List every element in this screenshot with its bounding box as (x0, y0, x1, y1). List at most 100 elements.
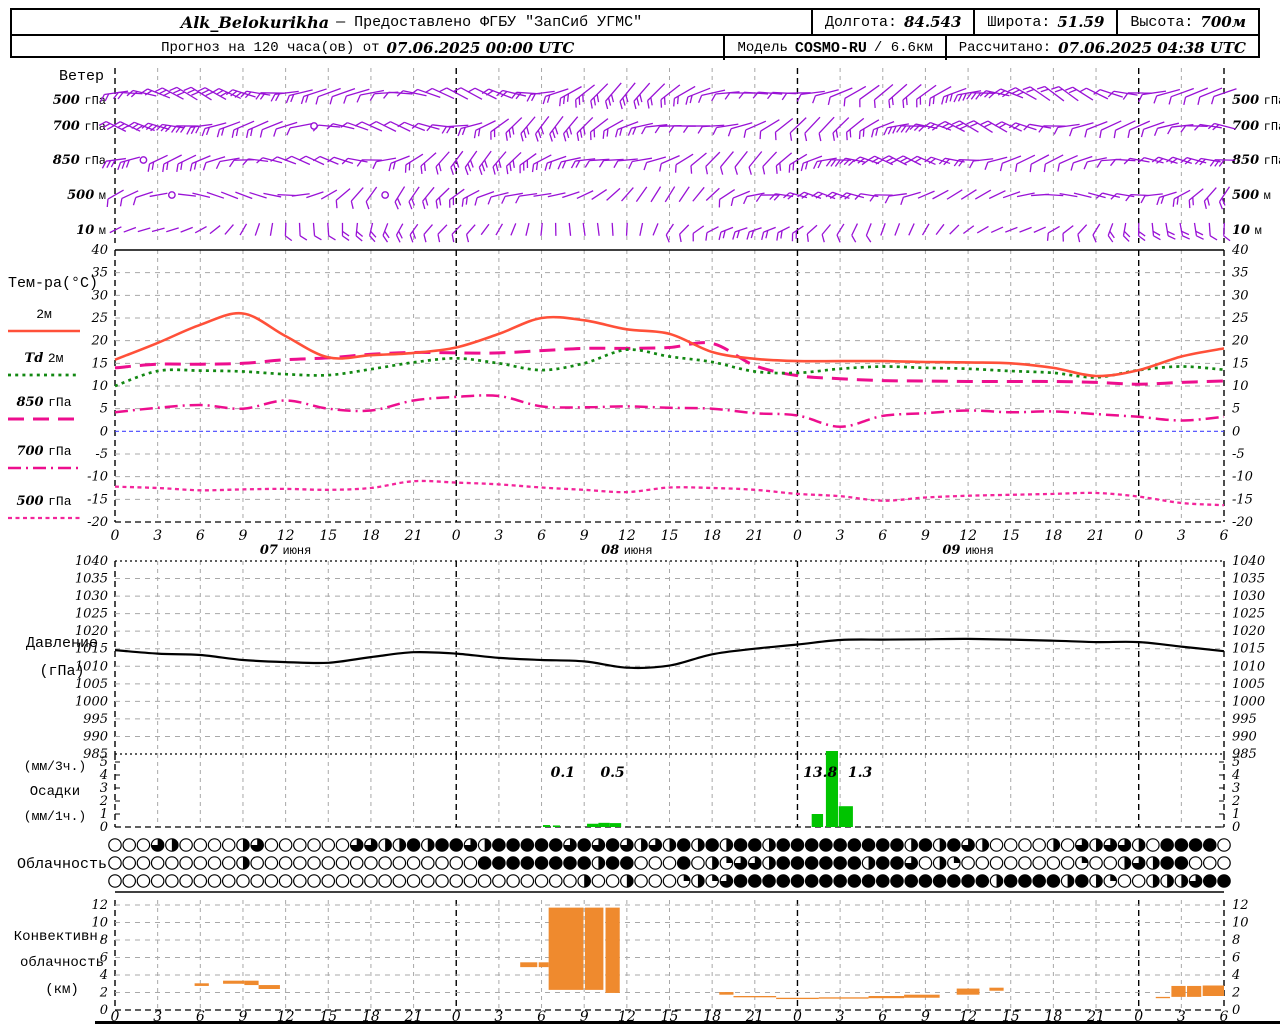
pressure-axis-tick: 990 (83, 729, 108, 744)
precip-bar (825, 751, 838, 827)
temp-axis-tick: 40 (1231, 243, 1249, 258)
hour-label: 15 (1002, 528, 1020, 544)
pressure-axis-tick: 1035 (75, 572, 108, 587)
convective-cloud-block (956, 988, 980, 995)
hour-label: 12 (277, 528, 295, 544)
longitude-label: Долгота: (824, 13, 897, 31)
convective-cloud-block (904, 994, 940, 998)
hour-label: 0 (111, 528, 120, 544)
hour-label: 9 (921, 528, 930, 544)
convective-cloud-block (1202, 985, 1225, 996)
temp-legend-title: Тем-ра(°C) (8, 275, 98, 292)
forecast-time: 07.06.2025 00:00 UTC (386, 39, 575, 57)
pressure-axis-tick: 990 (1232, 729, 1257, 744)
hour-label: 3 (153, 528, 162, 544)
convective-cloud-block (1171, 985, 1186, 997)
pressure-axis-tick: 1015 (1232, 642, 1265, 657)
pressure-axis-tick: 995 (1232, 712, 1257, 727)
legend-entry-label: 500 гПа (16, 494, 71, 509)
header-row-forecast: Прогноз на 120 часа(ов) от 07.06.2025 00… (12, 36, 1258, 60)
convective-cloud-block (1155, 996, 1170, 999)
precip-value-label: 13.8 (803, 765, 837, 781)
convective-axis-tick: 2 (99, 986, 108, 1001)
convective-cloud-block (605, 907, 620, 993)
hour-label: 18 (703, 528, 721, 544)
forecast-segment: Прогноз на 120 часа(ов) от 07.06.2025 00… (12, 36, 723, 60)
temperature-legend: Тем-ра(°C) 2м Td 2м 850 гПа 700 гПа 500 гПа (8, 275, 98, 520)
pressure-axis-tick: 1035 (1232, 572, 1265, 587)
convective-title-2: облачность (20, 954, 104, 971)
legend-entry-label: Td 2м (25, 351, 64, 366)
temp-axis-tick: -15 (1232, 492, 1253, 507)
altitude-value: 700м (1200, 13, 1246, 31)
cloudiness-title: Облачность (17, 856, 107, 873)
latitude-label: Широта: (987, 13, 1051, 31)
temp-axis-tick: 25 (1231, 311, 1249, 326)
precip-bar (552, 825, 561, 827)
wind-level-label: 850 гПа (53, 153, 106, 168)
wind-level-label: 500 м (1232, 188, 1271, 203)
convective-axis-tick: 8 (1232, 933, 1240, 948)
precip-unit-1h: (мм/1ч.) (24, 809, 86, 824)
pressure-axis-tick: 1030 (1232, 589, 1265, 604)
pressure-axis-tick: 1025 (75, 607, 108, 622)
temp-axis-tick: -15 (87, 492, 108, 507)
temp-axis-tick: 5 (1232, 402, 1240, 417)
precip-bar (609, 823, 622, 827)
temp-axis-tick: 0 (100, 424, 108, 439)
pressure-axis-tick: 1040 (1232, 554, 1265, 569)
convective-cloud-block (776, 997, 819, 1000)
convective-axis-tick: 12 (91, 898, 108, 913)
hour-label: 15 (661, 528, 679, 544)
hour-label: 21 (1086, 528, 1105, 544)
wind-level-label: 10 м (1232, 223, 1262, 238)
date-label: 09 июня (942, 543, 993, 558)
convective-cloud-block (1187, 985, 1202, 997)
temp-axis-tick: -20 (87, 515, 108, 530)
pressure-axis-tick: 1030 (75, 589, 108, 604)
meteogram-plot: Ветер 500 гПа 500 гПа 700 гПа 700 гПа 850 гПа… (8, 68, 1280, 1024)
pressure-axis-tick: 1040 (75, 554, 108, 569)
temp-axis-tick: -5 (1232, 447, 1245, 462)
precip-bar (598, 822, 610, 827)
calculated-label: Рассчитано: (958, 40, 1052, 56)
hour-label: 18 (1044, 528, 1062, 544)
convective-cloud-block (584, 907, 604, 990)
pressure-axis-tick: 1000 (75, 694, 108, 709)
temp-axis-tick: -20 (1232, 515, 1253, 530)
pressure-title-unit: (гПа) (39, 663, 84, 680)
wind-level-label: 500 гПа (53, 93, 106, 108)
hour-label: 3 (494, 528, 503, 544)
wind-level-label: 850 гПа (1232, 153, 1280, 168)
precip-value-label: 0.5 (600, 765, 624, 781)
convective-axis-tick: 2 (1231, 986, 1240, 1001)
hour-label: 21 (404, 528, 423, 544)
temp-axis-tick: 15 (1232, 356, 1249, 371)
convective-panel: 12 1210 108 86 64 42 20 0Конвективн.облачность(… (14, 898, 1249, 1018)
hour-label: 9 (239, 528, 248, 544)
legend-entry-label: 850 гПа (16, 395, 71, 410)
convective-axis-tick: 4 (1231, 968, 1240, 983)
temp-axis-tick: 20 (90, 334, 108, 349)
model-resolution: / 6.6км (873, 40, 933, 56)
temp-axis-tick: 10 (91, 379, 108, 394)
precip-bar (838, 806, 853, 827)
longitude-segment: Долгота: 84.543 (810, 10, 973, 34)
convective-axis-tick: 10 (1232, 916, 1249, 931)
wind-level-label: 10 м (76, 223, 106, 238)
forecast-label: Прогноз на 120 часа(ов) от (161, 40, 380, 56)
precip-unit-3h: (мм/3ч.) (24, 759, 86, 774)
convective-cloud-block (868, 996, 905, 999)
hour-label: 6 (537, 528, 546, 544)
convective-axis-tick: 6 (1232, 951, 1240, 966)
hour-label: 12 (618, 528, 636, 544)
hour-label: 3 (836, 528, 845, 544)
convective-cloud-block (520, 962, 538, 968)
convective-cloud-block (818, 997, 869, 999)
convective-cloud-block (548, 907, 584, 990)
temp-axis-tick: 20 (1231, 334, 1249, 349)
pressure-title: Давление (26, 635, 98, 652)
pressure-axis-tick: 1000 (1232, 694, 1265, 709)
temp-axis-tick: 10 (1232, 379, 1249, 394)
cloudiness-panel: Облачность (17, 838, 1231, 893)
